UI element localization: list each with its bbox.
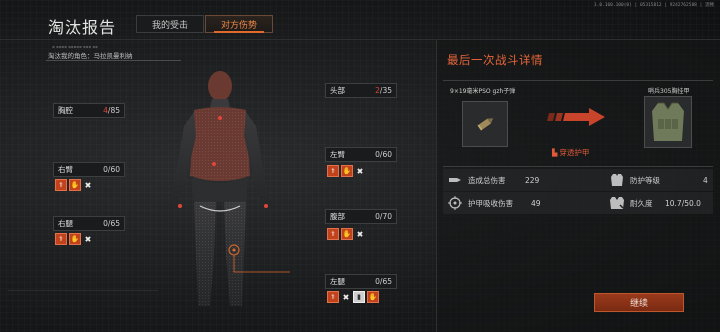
- stat-durability: 耐久度: [608, 193, 653, 213]
- armor-item[interactable]: [644, 96, 692, 148]
- stat-armor-absorb: 护甲吸收伤害: [446, 193, 513, 213]
- hit-marker-hand-left: [264, 204, 268, 208]
- tab-enemy-injuries[interactable]: 对方伤势: [205, 15, 273, 33]
- victim-label: 淘汰我的角色：马拉凯曼利纳: [48, 52, 133, 60]
- armor-name: 哨兵305胸挂甲: [648, 88, 690, 95]
- part-head-hp: 2/35: [375, 86, 392, 95]
- part-left-leg-name: 左腿: [330, 277, 345, 286]
- left-arm-effects: ⚕ ✋ ✖: [327, 165, 365, 177]
- part-left-arm-hp: 0/60: [375, 150, 392, 159]
- part-chest[interactable]: 胸腔 4/85: [53, 103, 125, 118]
- part-abdomen[interactable]: 腹部 0/70: [325, 209, 397, 224]
- right-arm-effects: ⚕ ✋ ✖: [55, 179, 93, 191]
- part-head[interactable]: 头部 2/35: [325, 83, 397, 98]
- part-right-leg-hp: 0/65: [103, 219, 120, 228]
- lower-divider: [8, 290, 158, 291]
- part-left-arm[interactable]: 左臂 0/60: [325, 147, 397, 162]
- destroyed-x-icon: ✖: [342, 292, 350, 302]
- fracture-effect-icon: ✋: [367, 291, 379, 303]
- fracture-effect-icon: ✋: [341, 228, 353, 240]
- right-leg-effects: ⚕ ✋ ✖: [55, 233, 93, 245]
- vest-icon: [652, 102, 684, 141]
- continue-button[interactable]: 继续: [594, 293, 684, 312]
- stat-durability-value: 10.7/50.0: [665, 198, 701, 208]
- pierce-result-label: 穿透护甲: [559, 148, 590, 157]
- hit-marker-chest: [218, 116, 222, 120]
- part-right-arm[interactable]: 右臂 0/60: [53, 162, 125, 177]
- page-title: 淘汰报告: [48, 18, 117, 37]
- stat-protection-value: 4: [703, 175, 708, 185]
- ammo-name: 9×19毫米PSO gzh子弹: [450, 88, 516, 95]
- body-figure: [168, 71, 290, 306]
- broken-shield-icon: ▙: [552, 148, 558, 157]
- destroyed-x-icon: ✖: [356, 166, 364, 176]
- bandage-effect-icon: ▮: [353, 291, 365, 303]
- bleed-effect-icon: ⚕: [55, 233, 67, 245]
- stat-protection-level: 防护等级: [608, 170, 660, 190]
- part-right-leg-name: 右腿: [58, 219, 73, 228]
- destroyed-x-icon: ✖: [84, 234, 92, 244]
- fracture-effect-icon: ✋: [69, 233, 81, 245]
- stat-total-damage: 造成总伤害: [446, 170, 506, 190]
- tab-my-hits[interactable]: 我的受击: [136, 15, 204, 33]
- victim-subtitle-decoration: ▪ ▪▪▪▪ ▪▪▪▪▪ ▪▪▪ ▪▪: [52, 44, 98, 49]
- pierce-arrow-icon: [547, 108, 605, 126]
- fracture-effect-icon: ✋: [341, 165, 353, 177]
- part-chest-name: 胸腔: [58, 106, 73, 115]
- stat-total-damage-value: 229: [525, 175, 540, 185]
- bleed-effect-icon: ⚕: [327, 228, 339, 240]
- version-info: 1.0.160.100(0) | 05315812 | 9242762588 |…: [593, 3, 714, 8]
- abdomen-effects: ⚕ ✋ ✖: [327, 228, 365, 240]
- durability-vest-icon: [608, 194, 626, 212]
- ammo-damage-icon: [446, 171, 464, 189]
- part-head-name: 头部: [330, 86, 345, 95]
- stat-armor-absorb-value: 49: [531, 198, 541, 208]
- last-fight-separator: [443, 80, 713, 81]
- hit-marker-abdomen: [212, 162, 216, 166]
- part-left-arm-name: 左臂: [330, 150, 345, 159]
- ammo-item[interactable]: [462, 101, 508, 147]
- part-left-leg[interactable]: 左腿 0/65: [325, 274, 397, 289]
- target-icon: [446, 194, 464, 212]
- victim-underline: [46, 60, 181, 61]
- destroyed-x-icon: ✖: [356, 229, 364, 239]
- hit-marker-hand: [178, 204, 182, 208]
- part-chest-hp: 4/85: [103, 106, 120, 115]
- fracture-effect-icon: ✋: [69, 179, 81, 191]
- left-leg-effects: ⚕ ✖ ▮ ✋: [327, 291, 379, 303]
- vest-small-icon: [608, 171, 626, 189]
- bullet-icon: [477, 118, 494, 131]
- last-fight-title: 最后一次战斗详情: [447, 53, 543, 67]
- part-right-arm-name: 右臂: [58, 165, 73, 174]
- part-right-arm-hp: 0/60: [103, 165, 120, 174]
- bleed-effect-icon: ⚕: [55, 179, 67, 191]
- bleed-effect-icon: ⚕: [327, 165, 339, 177]
- part-abdomen-hp: 0/70: [375, 212, 392, 221]
- top-bar: 1.0.160.100(0) | 05315812 | 9242762588 |…: [0, 0, 720, 40]
- pierce-result: ▙ 穿透护甲: [552, 147, 589, 158]
- bleed-effect-icon: ⚕: [327, 291, 339, 303]
- stats-separator: [443, 166, 713, 167]
- part-right-leg[interactable]: 右腿 0/65: [53, 216, 125, 231]
- destroyed-x-icon: ✖: [84, 180, 92, 190]
- body-silhouette: [168, 71, 272, 306]
- part-abdomen-name: 腹部: [330, 212, 345, 221]
- part-left-leg-hp: 0/65: [375, 277, 392, 286]
